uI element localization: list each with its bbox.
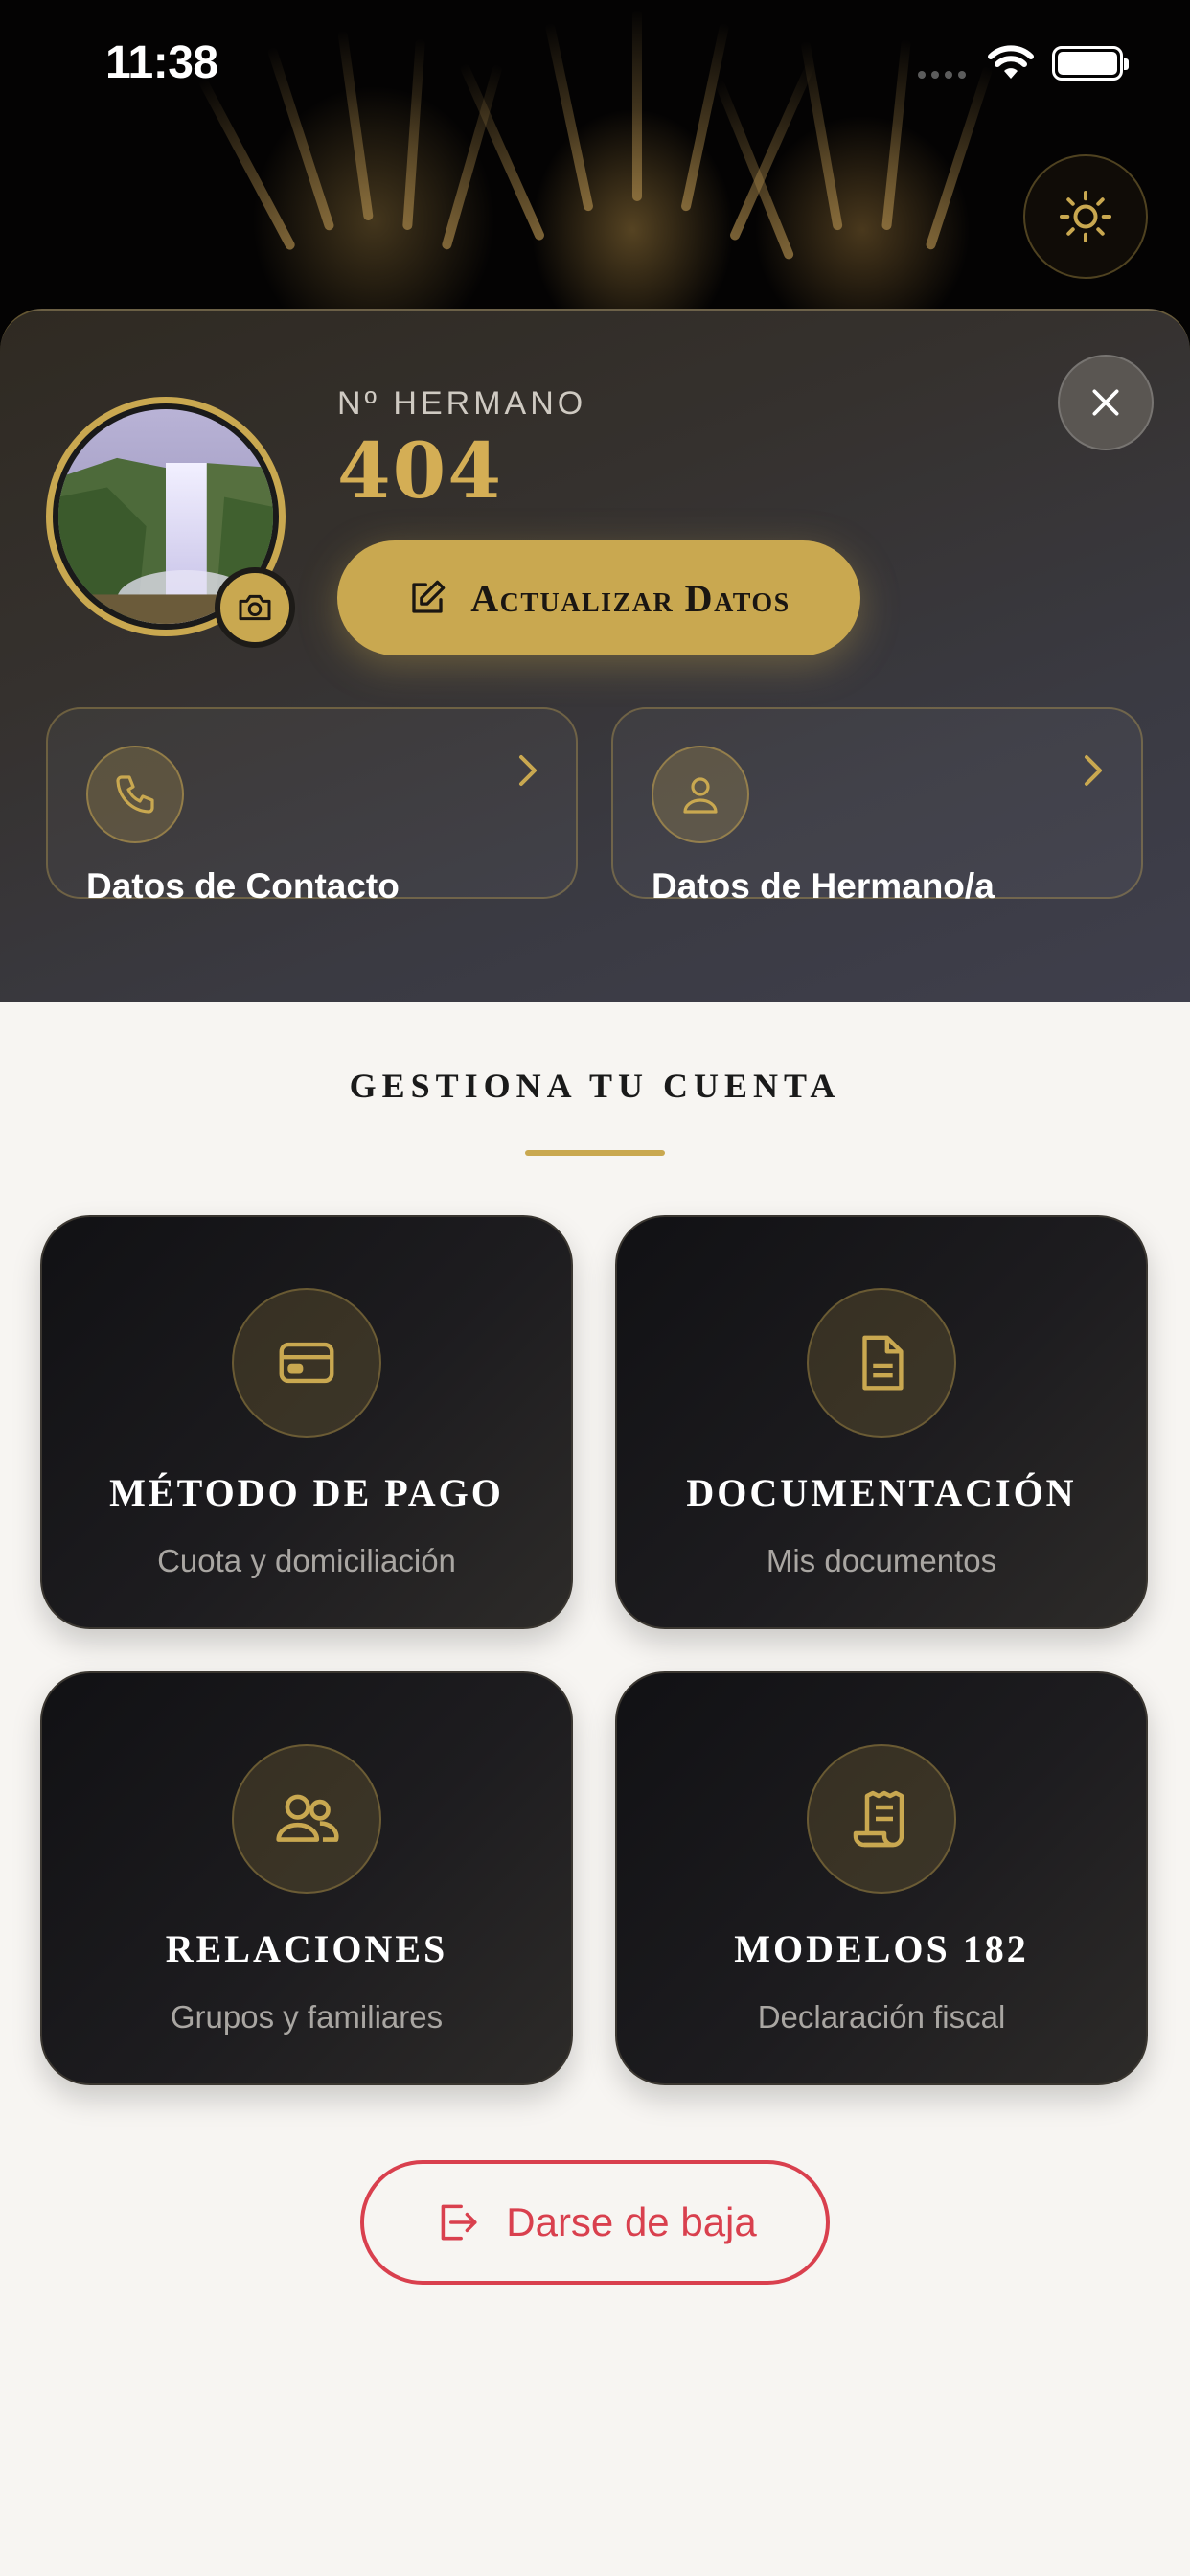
update-data-label: Actualizar Datos [470,576,790,620]
documentation-tile[interactable]: DOCUMENTACIÓN Mis documentos [615,1215,1148,1629]
camera-icon [239,594,271,621]
users-icon [276,1794,339,1842]
document-icon [862,1335,904,1391]
edit-icon [412,580,446,613]
document-icon-circle [807,1288,956,1438]
member-number-label: Nº HERMANO [337,385,587,422]
profile-panel: Nº HERMANO 404 Actualizar Datos Datos de… [0,309,1190,1002]
wifi-icon [988,45,1034,79]
unsubscribe-label: Darse de baja [506,2199,757,2244]
unsubscribe-button[interactable]: Darse de baja [360,2160,830,2285]
theme-toggle-button[interactable] [1023,154,1148,279]
phone-icon-circle [86,746,184,843]
update-data-button[interactable]: Actualizar Datos [337,540,860,656]
sun-icon [1060,191,1111,242]
credit-card-icon-circle [232,1288,381,1438]
credit-card-icon [279,1342,334,1384]
change-photo-button[interactable] [215,567,295,648]
tile-title: MODELOS 182 [734,1927,1029,1970]
user-icon [683,777,718,814]
relations-tile[interactable]: RELACIONES Grupos y familiares [40,1671,573,2085]
chevron-right-icon [519,755,537,786]
status-bar: 11:38 [0,0,1190,128]
payment-method-tile[interactable]: MÉTODO DE PAGO Cuota y domiciliación [40,1215,573,1629]
contact-data-label: Datos de Contacto [86,866,400,906]
close-button[interactable] [1058,355,1154,450]
section-title: GESTIONA TU CUENTA [349,1067,841,1105]
member-number: 404 [337,426,503,516]
users-icon-circle [232,1744,381,1894]
battery-icon [1052,46,1129,80]
tile-title: MÉTODO DE PAGO [109,1471,504,1514]
tile-subtitle: Grupos y familiares [170,1999,444,2035]
receipt-icon [853,1790,904,1848]
tile-subtitle: Cuota y domiciliación [157,1543,456,1578]
tile-subtitle: Mis documentos [766,1543,997,1578]
member-data-label: Datos de Hermano/a [652,866,995,906]
receipt-icon-circle [807,1744,956,1894]
chevron-right-icon [1085,755,1102,786]
tile-title: DOCUMENTACIÓN [686,1471,1077,1514]
model-182-tile[interactable]: MODELOS 182 Declaración fiscal [615,1671,1148,2085]
tile-subtitle: Declaración fiscal [757,1999,1006,2035]
close-icon [1092,389,1119,416]
user-icon-circle [652,746,749,843]
member-data-card[interactable]: Datos de Hermano/a [611,707,1143,906]
phone-icon [116,775,154,814]
section-divider [525,1150,665,1156]
logout-icon [441,2204,477,2241]
contact-data-card[interactable]: Datos de Contacto [46,707,578,906]
status-time: 11:38 [105,37,218,88]
cellular-signal-icon [918,71,966,79]
tile-title: RELACIONES [165,1927,448,1970]
